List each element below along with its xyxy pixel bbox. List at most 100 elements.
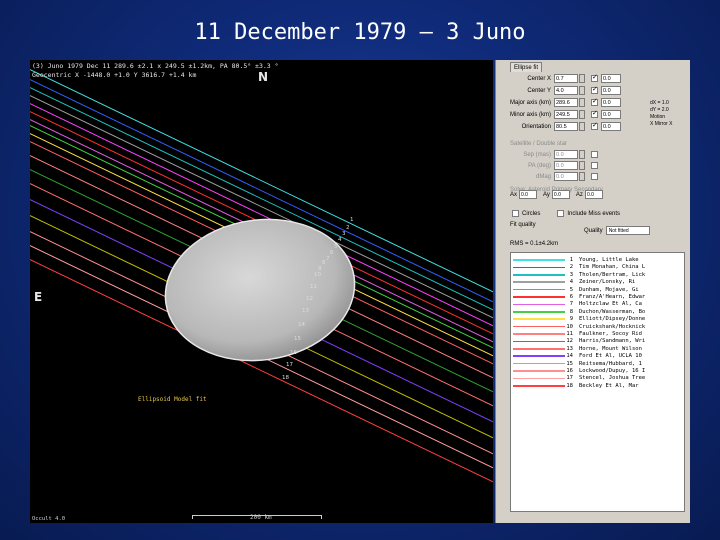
chord-observer: Beckley Et Al, Mar — [579, 382, 639, 389]
spin-button[interactable] — [579, 161, 585, 170]
chord-number: 15 — [566, 360, 573, 367]
circles-label: Circles — [522, 210, 541, 217]
spin-button[interactable] — [579, 172, 585, 181]
chord-observer: Holtzclaw Et Al, Ca — [579, 301, 642, 308]
spin-button[interactable] — [579, 98, 585, 107]
tab-ellipse-fit[interactable]: Ellipse fit — [510, 62, 543, 72]
chord-observer: Stencel, Joshua Tree — [579, 375, 646, 382]
control-panel: Ellipse fit Center X0.7 0.0 Center Y4.0 0.0… — [495, 60, 690, 523]
plot-header-line2: Geocentric X -1448.0 +1.0 Y 3616.7 +1.4 … — [32, 71, 197, 79]
side-info-line: dY = 2.0 — [650, 107, 669, 113]
chord-color-swatch — [513, 266, 565, 269]
chord-observer: Zeiner/Lonsky, Ri — [579, 279, 636, 286]
side-info: dX = 1.0 dY = 2.0 Motion X Mirror X — [646, 100, 690, 136]
az-label: Az — [575, 191, 583, 198]
chord-label: 12 — [306, 296, 313, 303]
chord-observer: Young, Little Lake — [579, 257, 639, 263]
spin-button[interactable] — [579, 110, 585, 119]
chord-label: 8 — [322, 259, 326, 266]
chord-label: 10 — [314, 271, 321, 278]
az-field[interactable]: Az 0.0 — [576, 190, 603, 199]
chord-color-swatch — [513, 296, 565, 298]
param-input[interactable]: 0.7 — [554, 74, 578, 83]
chord-label: 16 — [290, 350, 297, 357]
param-label: Major axis (km) — [510, 99, 552, 106]
az-input[interactable]: 0.0 — [584, 190, 603, 199]
satellite-label: dMag — [535, 173, 551, 180]
param-input[interactable]: 289.6 — [554, 98, 578, 107]
chord-number: 2 — [569, 264, 573, 271]
chord-number: 5 — [569, 286, 573, 293]
satellite-row: PA (deg) 0.0 — [510, 160, 598, 171]
param-input[interactable]: 4.0 — [554, 86, 578, 95]
param-uncertainty: 0.0 — [601, 86, 621, 95]
chord-label: 4 — [338, 237, 342, 244]
fit-model-note: Ellipsoid Model fit — [138, 396, 207, 403]
satellite-input[interactable]: 0.0 — [554, 172, 578, 181]
fit-checkbox[interactable] — [591, 97, 598, 106]
spin-button[interactable] — [579, 150, 585, 159]
fit-checkbox[interactable] — [591, 173, 598, 180]
ay-input[interactable]: 0.0 — [551, 190, 570, 199]
chord-observer: Lockwood/Dupuy, 16 I — [579, 368, 646, 374]
side-info-line: X Mirror X — [650, 121, 673, 127]
chord-number: 9 — [569, 316, 573, 323]
fit-label: Fit quality — [510, 222, 536, 228]
occultation-plot[interactable]: (3) Juno 1979 Dec 11 289.6 ±2.1 x 249.5 … — [30, 60, 493, 523]
chord-observer: Cruickshank/Hocknick — [579, 323, 646, 330]
param-label: Center Y — [527, 87, 551, 94]
satellite-input[interactable]: 0.0 — [554, 161, 578, 170]
chord-color-swatch — [513, 333, 565, 335]
include-miss-checkbox[interactable] — [557, 210, 565, 217]
chord-color-swatch — [513, 370, 565, 372]
chord-number: 18 — [566, 382, 573, 389]
satellite-label: PA (deg) — [528, 162, 551, 169]
ax-field[interactable]: Ax 0.0 — [510, 190, 538, 199]
fit-checkbox[interactable] — [591, 73, 598, 82]
scale-label: 200 km — [250, 514, 272, 521]
side-info-line: dX = 1.0 — [650, 100, 669, 106]
chord-number: 14 — [566, 353, 573, 360]
ay-field[interactable]: Ay 0.0 — [543, 190, 570, 199]
param-label: Center X — [527, 75, 551, 82]
circles-checkbox[interactable] — [512, 210, 519, 217]
chord-list[interactable]: 1 Young, Little Lake 2 Tim Monahan, China L… — [510, 252, 685, 512]
fit-checkbox[interactable] — [591, 121, 598, 130]
east-label: E — [34, 290, 43, 304]
ay-label: Ay — [543, 191, 550, 198]
quality-dropdown[interactable]: Not fitted — [605, 226, 650, 235]
chord-color-swatch — [513, 274, 565, 276]
fit-checkbox[interactable] — [591, 85, 598, 94]
chord-label: 6 — [330, 249, 334, 256]
quality-selector: Quality Not fitted — [584, 226, 650, 235]
chord-color-swatch — [513, 259, 565, 261]
ax-input[interactable]: 0.0 — [519, 190, 538, 199]
axis-triplet: Ax 0.0 Ay 0.0 Az 0.0 — [510, 190, 603, 199]
satellite-section-text: Satellite / Double star — [510, 140, 568, 147]
chord-label: 11 — [310, 284, 317, 290]
chord-number: 3 — [569, 271, 573, 278]
fit-checkbox[interactable] — [591, 162, 598, 169]
chord-color-swatch — [513, 362, 565, 365]
fit-checkbox[interactable] — [591, 109, 598, 118]
chord-color-swatch — [513, 325, 565, 328]
param-row: Orientation80.5 0.0 — [510, 121, 621, 132]
chord-number: 16 — [566, 368, 573, 374]
param-row: Center X0.7 0.0 — [510, 73, 621, 84]
chord-observer: Elliott/Dipsey/Donne — [579, 316, 646, 323]
spin-button[interactable] — [579, 74, 585, 83]
chord-observer: Horne, Mount Wilson — [579, 345, 642, 352]
chord-number: 4 — [569, 279, 573, 286]
fit-checkbox[interactable] — [591, 151, 598, 158]
chord-list-item[interactable]: 18 Beckley Et Al, Mar — [511, 382, 639, 390]
chord-label: 14 — [298, 322, 305, 329]
spin-button[interactable] — [579, 122, 585, 131]
chord-label: 1 — [350, 217, 354, 224]
param-input[interactable]: 80.5 — [554, 122, 578, 131]
chord-observer: Ford Et Al, UCLA 10 — [579, 353, 642, 360]
param-input[interactable]: 249.5 — [554, 110, 578, 119]
chord-label: 7 — [326, 255, 330, 262]
param-uncertainty: 0.0 — [601, 98, 621, 107]
satellite-input[interactable]: 0.0 — [554, 150, 578, 159]
spin-button[interactable] — [579, 86, 585, 95]
